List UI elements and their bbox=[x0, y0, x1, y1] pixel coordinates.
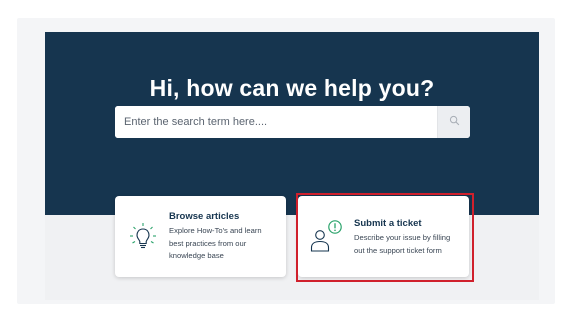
search-button[interactable] bbox=[437, 106, 470, 138]
browse-articles-card[interactable]: Browse articles Explore How-To's and lea… bbox=[115, 196, 286, 277]
desc-line: out the support ticket form bbox=[354, 245, 442, 255]
submit-ticket-title: Submit a ticket bbox=[354, 218, 422, 229]
search-bar bbox=[115, 106, 470, 138]
desc-line: best practices from our bbox=[169, 238, 247, 248]
search-input[interactable] bbox=[115, 106, 435, 138]
browse-articles-title: Browse articles bbox=[169, 211, 240, 222]
search-icon bbox=[449, 113, 460, 131]
person-alert-icon bbox=[308, 218, 344, 259]
desc-line: knowledge base bbox=[169, 251, 224, 260]
lightbulb-icon bbox=[129, 222, 157, 257]
submit-ticket-description: Describe your issue by filling out the s… bbox=[354, 232, 450, 257]
browse-articles-description: Explore How-To's and learn best practice… bbox=[169, 225, 262, 263]
hero-title: Hi, how can we help you? bbox=[149, 75, 435, 101]
desc-line: Explore How-To's and learn bbox=[169, 226, 262, 235]
submit-ticket-card[interactable]: Submit a ticket Describe your issue by f… bbox=[298, 196, 469, 277]
desc-line: Describe your issue by filling bbox=[354, 233, 451, 242]
